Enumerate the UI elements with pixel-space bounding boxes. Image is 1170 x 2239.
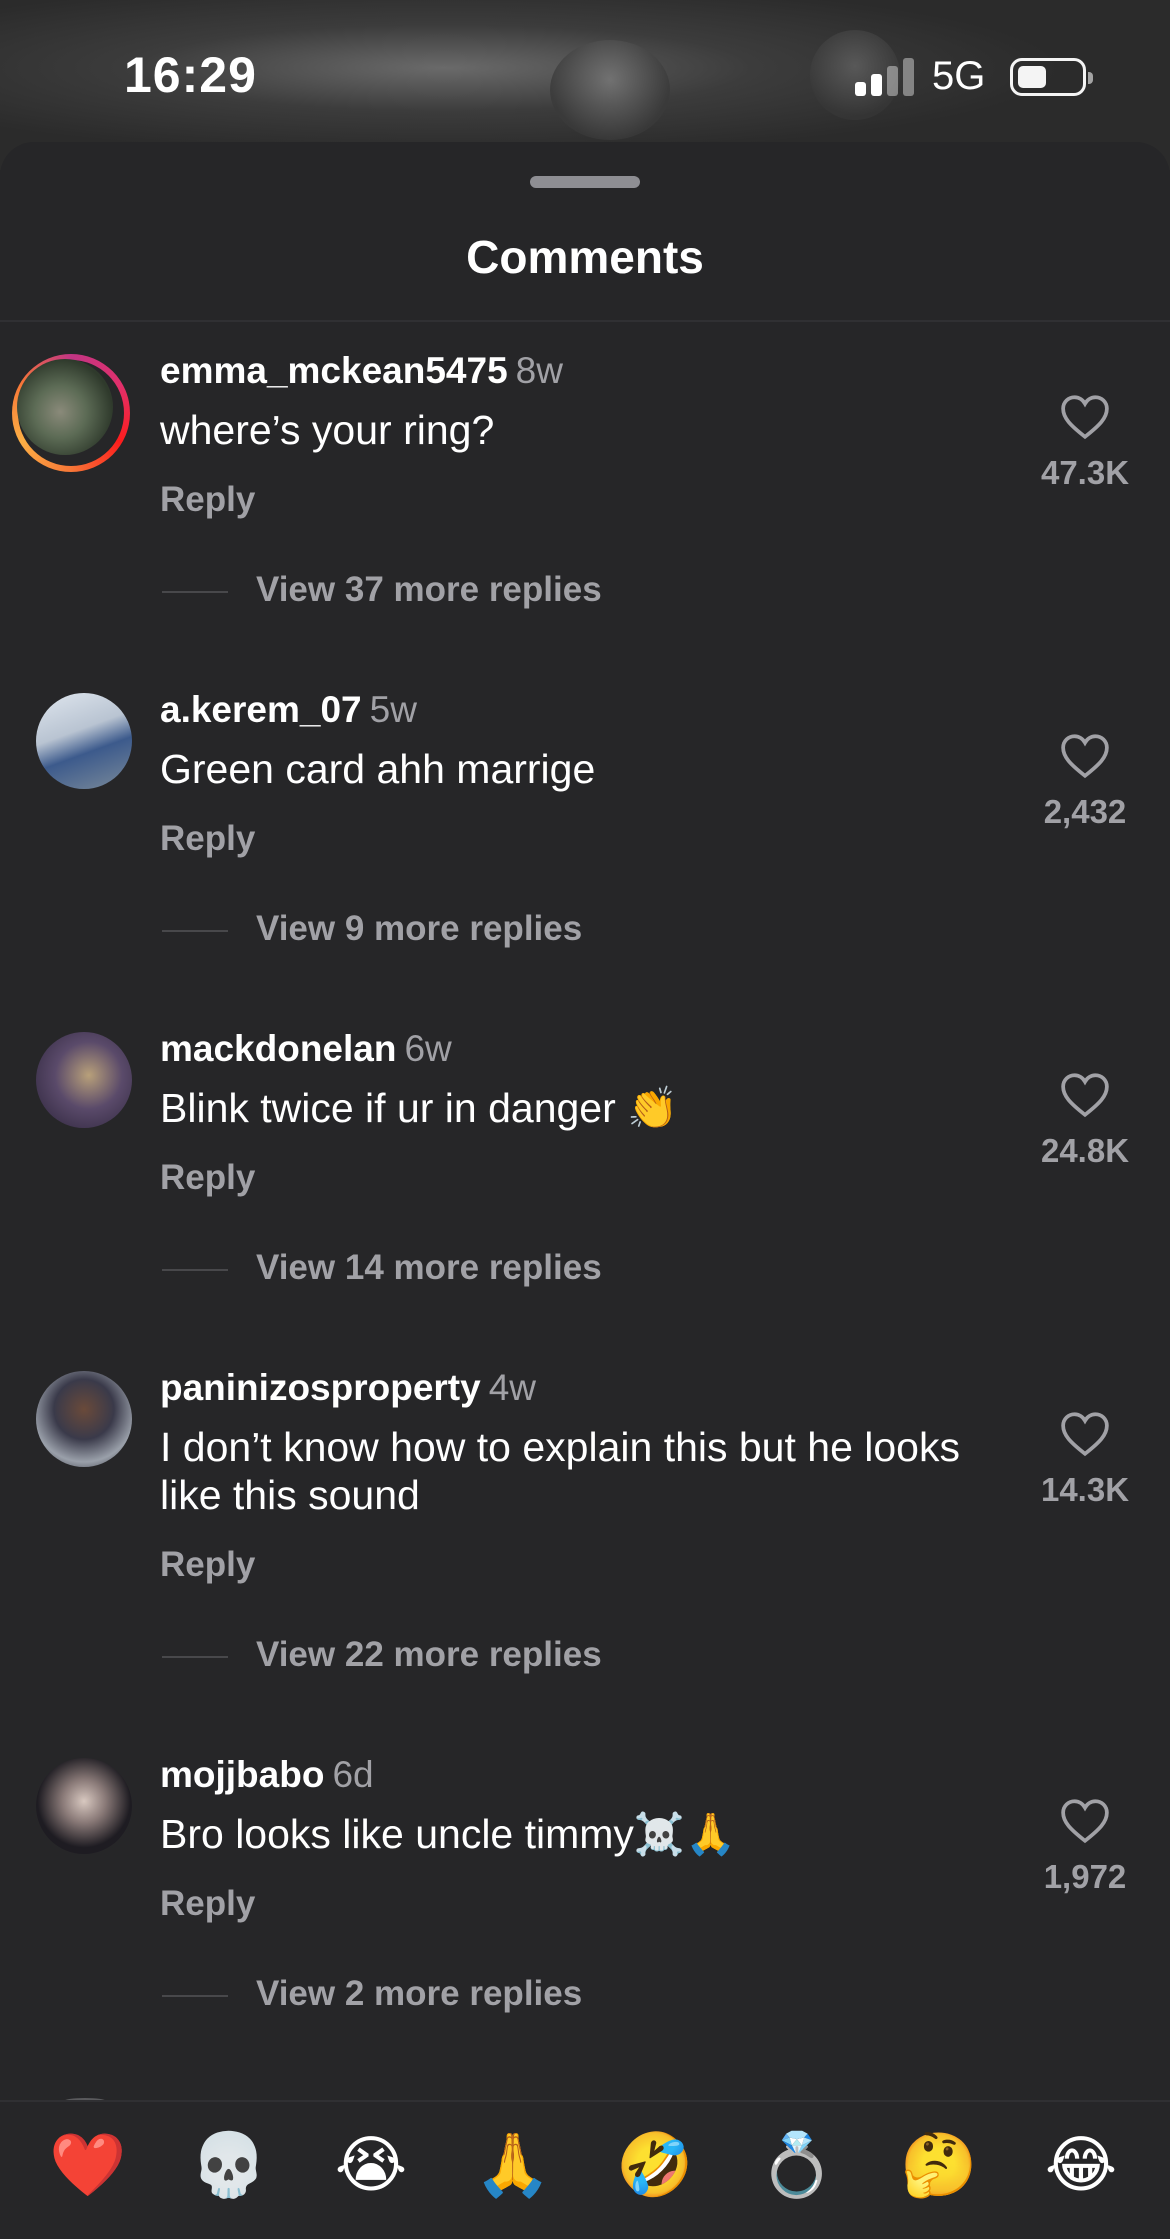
like-count: 24.8K	[1040, 1132, 1130, 1169]
comment-text: I don’t know how to explain this but he …	[160, 1424, 960, 1518]
like-button[interactable]: 47.3K	[1030, 394, 1140, 492]
comment-age: 6w	[404, 1028, 452, 1069]
sheet-drag-handle[interactable]	[530, 176, 640, 188]
divider	[0, 320, 1170, 322]
reply-button[interactable]: Reply	[160, 1158, 255, 1198]
thread-line	[162, 1995, 228, 1997]
comment-text: Bro looks like uncle timmy☠️🙏	[160, 1811, 737, 1857]
emoji-crying[interactable]: 😭	[331, 2126, 411, 2206]
network-type: 5G	[932, 54, 986, 98]
emoji-skull[interactable]: 💀	[189, 2126, 269, 2206]
comment-age: 8w	[515, 350, 563, 391]
thread-line	[162, 591, 228, 593]
reply-button[interactable]: Reply	[160, 480, 255, 520]
emoji-rofl[interactable]: 🤣	[615, 2126, 695, 2206]
comment-username[interactable]: mojjbabo	[160, 1754, 324, 1795]
view-more-replies-label: View 22 more replies	[256, 1635, 602, 1674]
like-count: 2,432	[1043, 793, 1127, 830]
comment-age: 6d	[332, 1754, 374, 1795]
like-count: 14.3K	[1040, 1471, 1130, 1508]
like-button[interactable]: 14.3K	[1030, 1411, 1140, 1509]
avatar[interactable]	[36, 1032, 132, 1128]
sheet-title: Comments	[466, 231, 704, 283]
view-more-replies-label: View 14 more replies	[256, 1248, 602, 1287]
cellular-signal-icon	[855, 58, 917, 96]
comment-username[interactable]: paninizosproperty	[160, 1367, 481, 1408]
emoji-thinking[interactable]: 🤔	[899, 2126, 979, 2206]
emoji-quick-bar: ❤️ 💀 😭 🙏 🤣 💍 🤔 😂	[0, 2100, 1170, 2239]
comment-text: where’s your ring?	[160, 407, 495, 453]
like-count: 1,972	[1043, 1858, 1127, 1895]
comment-age: 4w	[488, 1367, 537, 1408]
heart-icon	[1061, 1073, 1109, 1118]
heart-icon	[1061, 395, 1109, 440]
emoji-tears-of-joy[interactable]: 😂	[1041, 2126, 1121, 2206]
comment-username[interactable]: mackdonelan	[160, 1028, 396, 1069]
battery-icon	[1010, 58, 1093, 96]
reply-button[interactable]: Reply	[160, 819, 255, 859]
like-button[interactable]: 1,972	[1030, 1798, 1140, 1896]
status-bar: 16:29 5G	[0, 0, 1170, 150]
thread-line	[162, 1656, 228, 1658]
view-more-replies-label: View 9 more replies	[256, 909, 583, 948]
emoji-red-heart[interactable]: ❤️	[48, 2126, 128, 2206]
reply-button[interactable]: Reply	[160, 1545, 255, 1585]
emoji-folded-hands[interactable]: 🙏	[473, 2126, 553, 2206]
comment-age: 5w	[369, 689, 417, 730]
view-more-replies-label: View 2 more replies	[256, 1974, 583, 2013]
avatar[interactable]	[36, 1758, 132, 1854]
like-button[interactable]: 2,432	[1030, 733, 1140, 831]
avatar[interactable]	[12, 354, 130, 472]
like-button[interactable]: 24.8K	[1030, 1072, 1140, 1170]
avatar[interactable]	[36, 693, 132, 789]
heart-icon	[1061, 734, 1109, 779]
heart-icon	[1061, 1799, 1109, 1844]
like-count: 47.3K	[1040, 454, 1130, 491]
comment-username[interactable]: emma_mckean5475	[160, 350, 508, 391]
heart-icon	[1061, 1412, 1109, 1457]
comment-text: Green card ahh marrige	[160, 746, 596, 792]
thread-line	[162, 1269, 228, 1271]
comment-username[interactable]: a.kerem_07	[160, 689, 362, 730]
status-time: 16:29	[124, 47, 257, 103]
view-more-replies-label: View 37 more replies	[256, 570, 602, 609]
thread-line	[162, 930, 228, 932]
reply-button[interactable]: Reply	[160, 1884, 255, 1924]
avatar[interactable]	[36, 1371, 132, 1467]
comment-text: Blink twice if ur in danger 👏	[160, 1085, 679, 1131]
emoji-ring[interactable]: 💍	[757, 2126, 837, 2206]
